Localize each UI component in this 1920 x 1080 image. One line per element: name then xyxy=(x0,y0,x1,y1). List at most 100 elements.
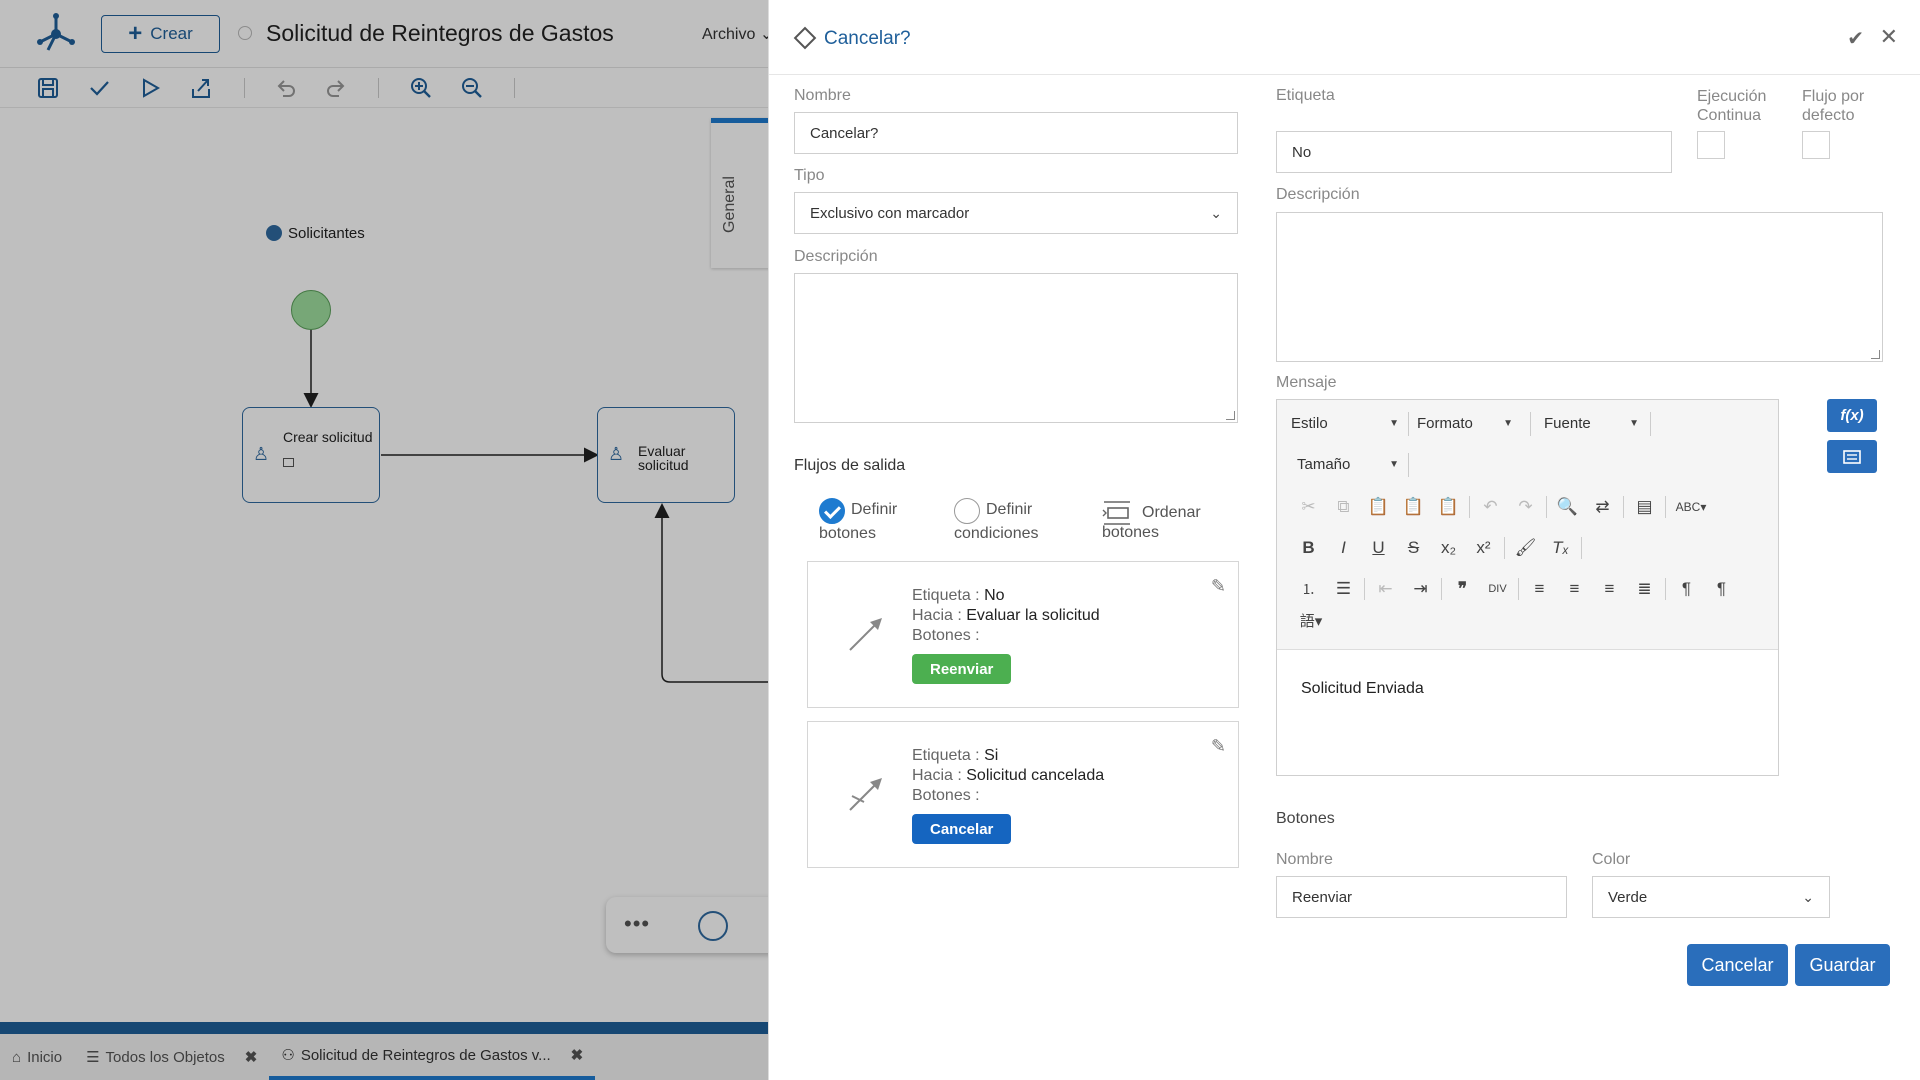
hacia-value: Solicitud cancelada xyxy=(966,767,1105,784)
gateway-properties-panel: Cancelar? ✔ ✕ Nombre Cancelar? Tipo Excl… xyxy=(768,0,1920,1080)
copy-icon[interactable]: ⧉ xyxy=(1326,493,1361,521)
etiqueta-value: Si xyxy=(984,747,999,764)
save-button[interactable]: Guardar xyxy=(1795,944,1890,986)
descripcion-textarea[interactable] xyxy=(794,273,1238,423)
panel-header: Cancelar? ✔ ✕ xyxy=(769,0,1920,75)
flujos-title: Flujos de salida xyxy=(794,457,906,474)
language-icon[interactable]: 語▾ xyxy=(1291,606,1331,634)
confirm-check-icon[interactable]: ✔ xyxy=(1847,26,1864,51)
ejecucion-line1: Ejecución xyxy=(1697,88,1767,105)
radio-unchecked-icon[interactable] xyxy=(954,498,980,524)
div-container-icon[interactable]: DIV xyxy=(1480,575,1515,603)
align-center-icon[interactable]: ≡ xyxy=(1557,575,1592,603)
ejecucion-continua-checkbox[interactable] xyxy=(1697,131,1725,159)
resize-grip-icon[interactable] xyxy=(1226,411,1235,420)
ordenar-line1: Ordenar xyxy=(1142,504,1201,521)
flujo-line1: Flujo por xyxy=(1802,88,1865,105)
editor-content[interactable]: Solicitud Enviada xyxy=(1301,680,1424,698)
radio-line1: Definir xyxy=(851,501,898,518)
tipo-select[interactable]: Exclusivo con marcador ⌄ xyxy=(794,192,1238,234)
tamano-combo[interactable]: Tamaño ▼ xyxy=(1297,456,1399,473)
justify-icon[interactable]: ≣ xyxy=(1627,575,1662,603)
editor-separator xyxy=(1665,496,1666,518)
italic-icon[interactable]: I xyxy=(1326,534,1361,562)
tamano-label: Tamaño xyxy=(1297,456,1351,473)
rich-text-editor: Estilo ▼ Formato ▼ Fuente ▼ Tamaño ▼ ✂ ⧉ 📋 📋… xyxy=(1276,399,1779,776)
align-left-icon[interactable]: ≡ xyxy=(1522,575,1557,603)
superscript-icon[interactable]: x² xyxy=(1466,534,1501,562)
btn-color-select[interactable]: Verde ⌄ xyxy=(1592,876,1830,918)
modal-overlay[interactable] xyxy=(0,0,770,1080)
etiqueta-label: Etiqueta xyxy=(1276,87,1335,104)
editor-separator xyxy=(1364,578,1365,600)
radio-line2: condiciones xyxy=(954,525,1039,542)
editor-separator xyxy=(1546,496,1547,518)
undo-icon[interactable]: ↶ xyxy=(1473,493,1508,521)
function-fx-button[interactable]: f(x) xyxy=(1827,399,1877,432)
hacia-value: Evaluar la solicitud xyxy=(966,607,1100,624)
editor-separator xyxy=(1623,496,1624,518)
copy-format-icon[interactable]: 🖌 xyxy=(1508,534,1543,562)
editor-separator xyxy=(1665,578,1666,600)
bold-icon[interactable]: B xyxy=(1291,534,1326,562)
btn-nombre-label: Nombre xyxy=(1276,851,1333,868)
cut-icon[interactable]: ✂ xyxy=(1291,493,1326,521)
edit-pencil-icon[interactable]: ✎ xyxy=(1211,736,1226,757)
tipo-label: Tipo xyxy=(794,167,825,184)
spellcheck-icon[interactable]: ABC▾ xyxy=(1669,493,1713,521)
edit-pencil-icon[interactable]: ✎ xyxy=(1211,576,1226,597)
redo-icon[interactable]: ↷ xyxy=(1508,493,1543,521)
btn-nombre-input[interactable]: Reenviar xyxy=(1276,876,1567,918)
flujo-defecto-checkbox[interactable] xyxy=(1802,131,1830,159)
flow-details: Etiqueta : No Hacia : Evaluar la solicit… xyxy=(912,586,1100,646)
indent-icon[interactable]: ⇥ xyxy=(1403,575,1438,603)
gateway-diamond-icon xyxy=(793,26,817,50)
fuente-combo[interactable]: Fuente ▼ xyxy=(1544,415,1639,432)
flow-button-cancelar[interactable]: Cancelar xyxy=(912,814,1012,844)
descripcion-label: Descripción xyxy=(794,248,878,265)
underline-icon[interactable]: U xyxy=(1361,534,1396,562)
text-rtl-icon[interactable]: ¶ xyxy=(1704,575,1739,603)
caret-down-icon: ▼ xyxy=(1389,459,1399,470)
radio-line2: botones xyxy=(819,525,876,542)
strikethrough-icon[interactable]: S xyxy=(1396,534,1431,562)
hacia-key: Hacia : xyxy=(912,607,962,624)
caret-down-icon: ▼ xyxy=(1389,418,1399,429)
replace-icon[interactable]: ⇄ xyxy=(1585,493,1620,521)
close-icon[interactable]: ✕ xyxy=(1880,24,1898,50)
cancel-button[interactable]: Cancelar xyxy=(1687,944,1788,986)
select-all-icon[interactable]: ▤ xyxy=(1627,493,1662,521)
botones-key: Botones : xyxy=(912,787,980,804)
formato-combo[interactable]: Formato ▼ xyxy=(1417,415,1513,432)
paste-icon[interactable]: 📋 xyxy=(1361,493,1396,521)
editor-separator xyxy=(1408,453,1409,477)
editor-separator xyxy=(1650,412,1651,436)
subscript-icon[interactable]: x₂ xyxy=(1431,534,1466,562)
fuente-label: Fuente xyxy=(1544,415,1591,432)
outdent-icon[interactable]: ⇤ xyxy=(1368,575,1403,603)
text-ltr-icon[interactable]: ¶ xyxy=(1669,575,1704,603)
blockquote-icon[interactable]: ❞ xyxy=(1445,575,1480,603)
template-button[interactable] xyxy=(1827,440,1877,473)
etiqueta-input[interactable]: No xyxy=(1276,131,1672,173)
resize-grip-icon[interactable] xyxy=(1871,350,1880,359)
fx-icon: f(x) xyxy=(1840,407,1864,424)
caret-down-icon: ▼ xyxy=(1629,418,1639,429)
mensaje-label: Mensaje xyxy=(1276,374,1337,391)
radio-checked-icon[interactable] xyxy=(819,498,845,524)
find-icon[interactable]: 🔍 xyxy=(1550,493,1585,521)
editor-separator xyxy=(1518,578,1519,600)
editor-separator xyxy=(1469,496,1470,518)
paste-text-icon[interactable]: 📋 xyxy=(1396,493,1431,521)
descripcion2-textarea[interactable] xyxy=(1276,212,1883,362)
flow-button-reenviar[interactable]: Reenviar xyxy=(912,654,1012,684)
bulleted-list-icon[interactable]: ☰ xyxy=(1326,575,1361,603)
remove-format-icon[interactable]: Tₓ xyxy=(1543,534,1578,562)
estilo-combo[interactable]: Estilo ▼ xyxy=(1291,415,1399,432)
paste-word-icon[interactable]: 📋 xyxy=(1431,493,1466,521)
nombre-label: Nombre xyxy=(794,87,851,104)
align-right-icon[interactable]: ≡ xyxy=(1592,575,1627,603)
numbered-list-icon[interactable]: ⒈ xyxy=(1291,575,1326,603)
nombre-input[interactable]: Cancelar? xyxy=(794,112,1238,154)
radio-line1: Definir xyxy=(986,501,1033,518)
